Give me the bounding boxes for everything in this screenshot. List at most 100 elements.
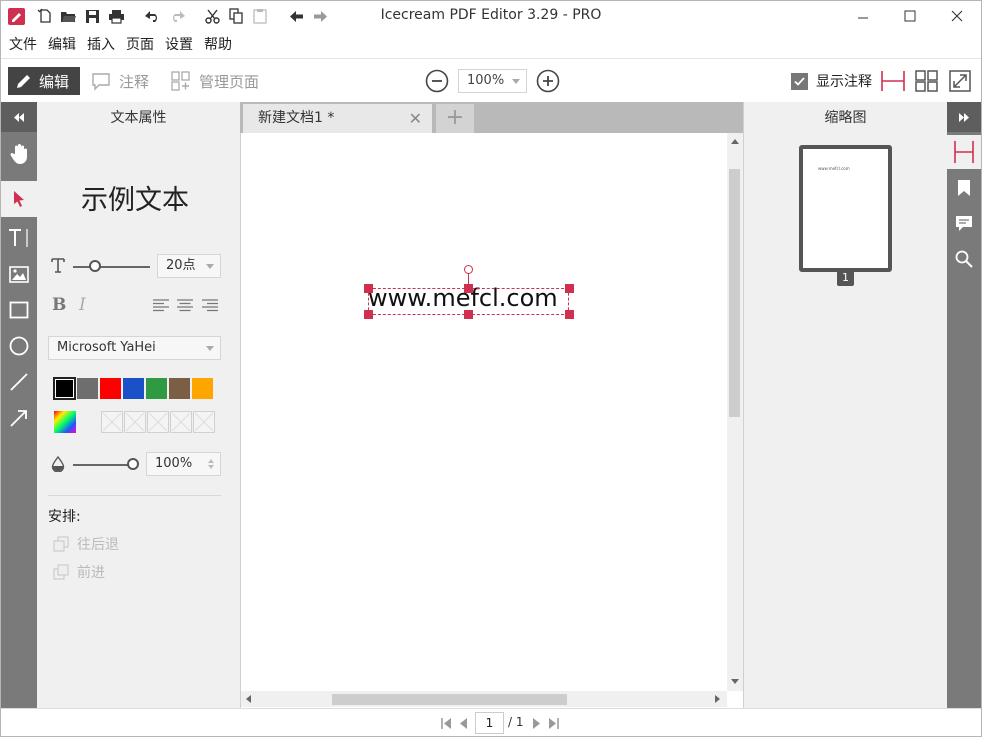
tab-document-1[interactable]: 新建文档1 * ✕ xyxy=(243,104,432,133)
new-tab-button[interactable]: + xyxy=(436,104,474,133)
close-tab-icon[interactable]: ✕ xyxy=(409,104,422,133)
collapse-left-panel-button[interactable] xyxy=(1,102,37,132)
scroll-down-icon[interactable] xyxy=(731,679,739,684)
menu-insert[interactable]: 插入 xyxy=(85,34,122,54)
vertical-scrollbar[interactable] xyxy=(727,133,743,691)
opacity-slider-handle[interactable] xyxy=(127,458,139,470)
resize-handle[interactable] xyxy=(364,310,373,319)
back-arrow-icon[interactable] xyxy=(287,7,305,25)
color-swatch[interactable] xyxy=(53,377,76,400)
opacity-stepper[interactable]: 100% xyxy=(146,452,221,476)
font-size-slider[interactable] xyxy=(73,266,150,268)
next-page-icon[interactable] xyxy=(532,717,541,733)
align-right-icon[interactable] xyxy=(202,299,218,317)
undo-icon[interactable] xyxy=(143,7,161,25)
bold-icon[interactable]: B xyxy=(52,295,66,315)
grid-view-icon[interactable] xyxy=(915,70,938,96)
align-left-icon[interactable] xyxy=(153,299,169,317)
page-number-input[interactable]: 1 xyxy=(475,712,504,734)
empty-color-slot[interactable] xyxy=(193,411,215,433)
horizontal-scrollbar[interactable] xyxy=(241,691,727,707)
resize-handle[interactable] xyxy=(464,284,473,293)
bring-forward-button[interactable]: 前进 xyxy=(53,562,105,582)
font-size-slider-handle[interactable] xyxy=(89,260,102,272)
menu-settings[interactable]: 设置 xyxy=(163,34,200,54)
collapse-right-panel-button[interactable] xyxy=(947,102,981,132)
image-tool-icon[interactable] xyxy=(1,256,37,292)
copy-icon[interactable] xyxy=(227,7,245,25)
color-swatch[interactable] xyxy=(192,378,213,399)
menu-file[interactable]: 文件 xyxy=(7,34,44,54)
scroll-left-icon[interactable] xyxy=(246,695,251,703)
page-thumbnail[interactable]: www.mefcl.com xyxy=(799,145,892,272)
maximize-button[interactable] xyxy=(887,1,933,31)
checkbox-checked-icon[interactable] xyxy=(791,72,808,90)
last-page-icon[interactable] xyxy=(548,717,559,733)
color-swatch[interactable] xyxy=(146,378,167,399)
zoom-in-icon[interactable] xyxy=(536,69,560,97)
thumbnails-view-icon[interactable] xyxy=(947,135,981,169)
italic-icon[interactable]: I xyxy=(79,295,86,315)
color-swatch[interactable] xyxy=(100,378,121,399)
print-icon[interactable] xyxy=(107,7,125,25)
paste-icon[interactable] xyxy=(251,7,269,25)
cut-icon[interactable] xyxy=(203,7,221,25)
redo-icon[interactable] xyxy=(168,7,186,25)
opacity-slider[interactable] xyxy=(73,464,133,466)
comments-icon[interactable] xyxy=(947,206,981,240)
rectangle-tool-icon[interactable] xyxy=(1,292,37,328)
scroll-up-icon[interactable] xyxy=(731,139,739,144)
empty-color-slot[interactable] xyxy=(170,411,192,433)
font-family-select[interactable]: Microsoft YaHei xyxy=(48,336,221,360)
first-page-icon[interactable] xyxy=(441,717,452,733)
document-canvas[interactable]: www.mefcl.com xyxy=(240,133,743,708)
fit-width-icon[interactable] xyxy=(881,70,905,96)
color-swatch[interactable] xyxy=(77,378,98,399)
edit-mode-button[interactable]: 编辑 xyxy=(8,67,80,95)
font-size-select[interactable]: 20点 xyxy=(157,254,221,278)
page-total: / 1 xyxy=(508,715,524,729)
open-folder-icon[interactable] xyxy=(59,7,77,25)
new-document-icon[interactable] xyxy=(36,7,54,25)
forward-arrow-icon[interactable] xyxy=(311,7,329,25)
resize-handle[interactable] xyxy=(364,284,373,293)
color-picker-icon[interactable] xyxy=(54,411,76,437)
arrow-tool-icon[interactable] xyxy=(1,400,37,436)
horizontal-scroll-thumb[interactable] xyxy=(332,694,567,705)
text-tool-icon[interactable] xyxy=(1,220,37,256)
fullscreen-icon[interactable] xyxy=(949,70,971,96)
manage-pages-button[interactable]: 管理页面 xyxy=(171,67,259,95)
empty-color-slot[interactable] xyxy=(124,411,146,433)
bookmark-icon[interactable] xyxy=(947,171,981,205)
save-icon[interactable] xyxy=(83,7,101,25)
close-button[interactable] xyxy=(934,1,980,31)
show-annotations-toggle[interactable]: 显示注释 xyxy=(791,71,872,91)
color-swatch[interactable] xyxy=(123,378,144,399)
annotate-mode-button[interactable]: 注释 xyxy=(91,67,149,95)
search-icon[interactable] xyxy=(947,242,981,276)
resize-handle[interactable] xyxy=(464,310,473,319)
scroll-right-icon[interactable] xyxy=(715,695,720,703)
ellipse-tool-icon[interactable] xyxy=(1,328,37,364)
resize-handle[interactable] xyxy=(565,284,574,293)
plus-icon: + xyxy=(445,105,465,130)
menu-page[interactable]: 页面 xyxy=(124,34,161,54)
stepper-arrows-icon[interactable] xyxy=(207,458,215,470)
align-center-icon[interactable] xyxy=(177,299,193,317)
menu-help[interactable]: 帮助 xyxy=(202,34,239,54)
minimize-button[interactable] xyxy=(840,1,886,31)
rotate-handle[interactable] xyxy=(464,265,473,274)
menu-edit[interactable]: 编辑 xyxy=(46,34,83,54)
empty-color-slot[interactable] xyxy=(147,411,169,433)
zoom-level-select[interactable]: 100% xyxy=(458,69,527,93)
select-tool-icon[interactable] xyxy=(1,181,37,217)
previous-page-icon[interactable] xyxy=(459,717,468,733)
zoom-out-icon[interactable] xyxy=(425,69,449,97)
send-backward-button[interactable]: 往后退 xyxy=(53,534,119,554)
color-swatch[interactable] xyxy=(169,378,190,399)
hand-tool-icon[interactable] xyxy=(1,136,37,172)
line-tool-icon[interactable] xyxy=(1,364,37,400)
empty-color-slot[interactable] xyxy=(101,411,123,433)
resize-handle[interactable] xyxy=(565,310,574,319)
vertical-scroll-thumb[interactable] xyxy=(729,169,740,417)
